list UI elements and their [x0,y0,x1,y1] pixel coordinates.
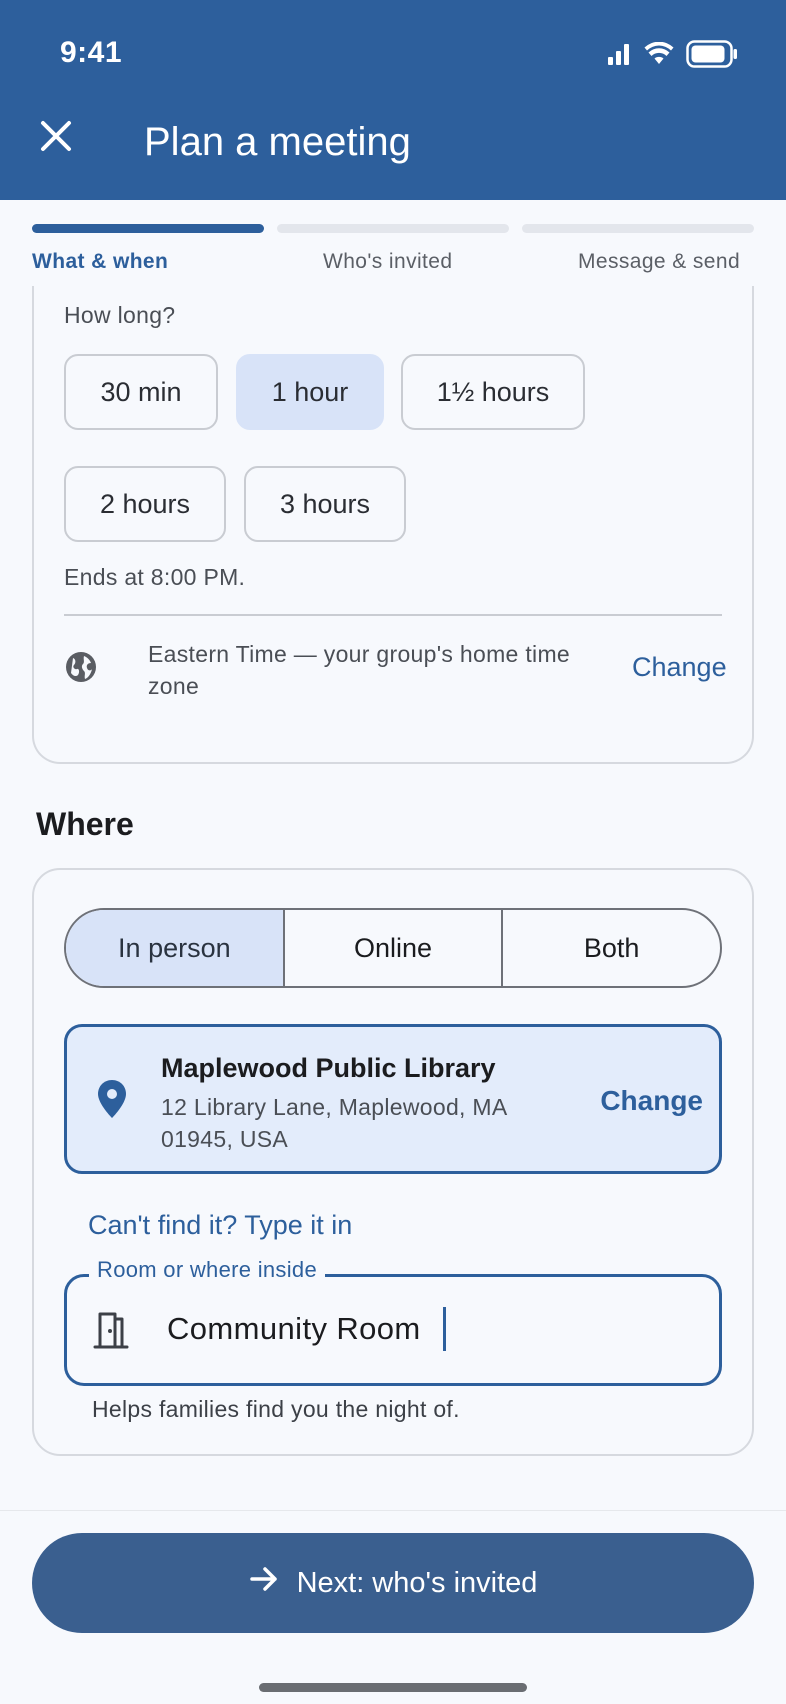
battery-icon [686,40,738,73]
duration-chip-1hour[interactable]: 1 hour [236,354,384,430]
duration-chip-2hours[interactable]: 2 hours [64,466,226,542]
home-indicator [259,1683,527,1692]
step-label-what-when[interactable]: What & when [32,250,168,274]
type-in-address-link[interactable]: Can't find it? Type it in [88,1210,352,1241]
room-field-label: Room or where inside [89,1257,325,1283]
divider [64,614,722,616]
place-change-button[interactable]: Change [600,1085,703,1117]
location-pin-icon [97,1079,127,1124]
text-caret [443,1307,446,1351]
close-button[interactable] [30,112,82,164]
signal-icon [606,42,632,71]
timezone-change-link[interactable]: Change [632,652,727,683]
status-icons [606,40,738,73]
stepper: What & when Who's invited Message & send [0,200,786,286]
timezone-text: Eastern Time — your group's home time zo… [148,641,570,699]
room-field-helper: Helps families find you the night of. [92,1396,460,1422]
step-label-message-send[interactable]: Message & send [578,250,740,274]
step-bar-message-send [522,224,754,233]
room-field[interactable]: Room or where inside [64,1257,722,1386]
wifi-icon [644,41,674,71]
door-icon [93,1311,129,1354]
step-bar-what-when [32,224,264,233]
app-header: 9:41 Plan a meeting [0,0,786,200]
place-address: 12 Library Lane, Maplewood, MA 01945, US… [161,1094,507,1152]
status-time: 9:41 [60,36,123,69]
timezone-row: Eastern Time — your group's home time zo… [64,638,727,718]
mode-in-person[interactable]: In person [66,910,285,986]
mode-online[interactable]: Online [285,910,504,986]
step-label-whos-invited[interactable]: Who's invited [323,250,452,274]
arrow-right-icon [249,1565,279,1601]
mode-both[interactable]: Both [503,910,720,986]
next-button[interactable]: Next: who's invited [32,1533,754,1633]
step-bar-whos-invited [277,224,509,233]
duration-chip-1-5hours[interactable]: 1½ hours [401,354,585,430]
page-title: Plan a meeting [144,120,411,164]
time-card: How long? 30 min 1 hour 1½ hours 2 hours… [32,286,754,764]
selected-place-card[interactable]: Maplewood Public Library 12 Library Lane… [64,1024,722,1174]
ends-at-text: Ends at 8:00 PM. [64,564,246,590]
place-name: Maplewood Public Library [161,1053,496,1083]
duration-label: How long? [64,302,176,328]
bottom-bar: Next: who's invited [0,1510,786,1704]
location-mode-segmented: In person Online Both [64,908,722,988]
room-input[interactable] [167,1303,687,1355]
where-section-title: Where [36,806,134,842]
globe-icon [64,650,98,689]
next-button-label: Next: who's invited [296,1566,538,1599]
duration-chip-3hours[interactable]: 3 hours [244,466,406,542]
close-icon [39,119,73,158]
duration-chip-30min[interactable]: 30 min [64,354,218,430]
where-card: In person Online Both Maplewood Public L… [32,868,754,1456]
